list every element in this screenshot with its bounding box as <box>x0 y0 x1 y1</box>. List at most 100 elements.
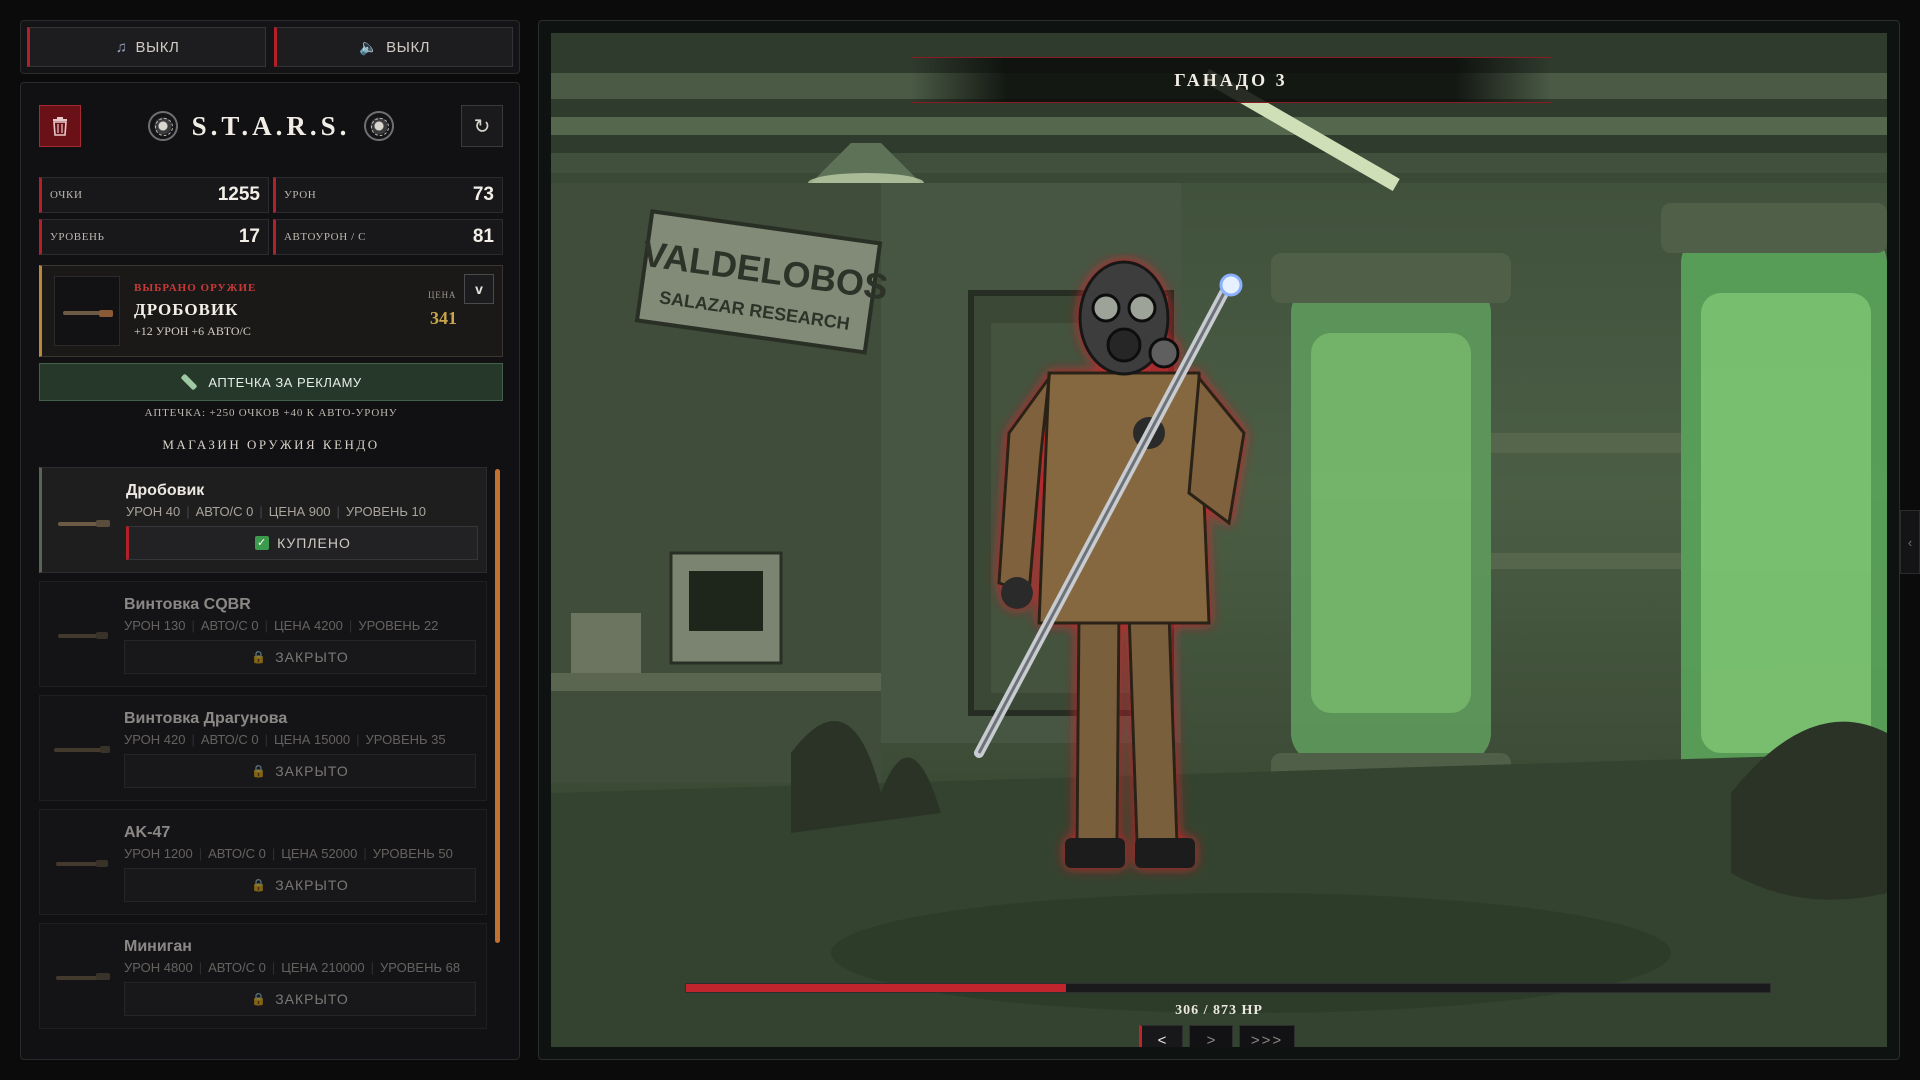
weapon-action-label: ЗАКРЫТО <box>275 991 349 1007</box>
selected-weapon-image <box>54 276 120 346</box>
stat-points-value: 1255 <box>217 184 260 205</box>
music-toggle-button[interactable]: ♫ ВЫКЛ <box>27 27 266 67</box>
shop-item[interactable]: Винтовка Драгунова УРОН 420 | АВТО/С 0 | ЦЕНА… <box>39 695 487 801</box>
shop-item[interactable]: Дробовик УРОН 40 | АВТО/С 0 | ЦЕНА 900 | УРОВЕН… <box>39 467 487 573</box>
locked-button[interactable]: 🔒 ЗАКРЫТО <box>124 982 476 1016</box>
selected-weapon-card: ВЫБРАНО ОРУЖИЕ ДРОБОВИК +12 УРОН +6 АВТО… <box>39 265 503 357</box>
enemy-ganado[interactable] <box>969 253 1289 893</box>
stats-grid: ОЧКИ 1255 УРОН 73 УРОВЕНЬ 17 АВТОУРОН / … <box>39 177 503 255</box>
selected-weapon-label: ВЫБРАНО ОРУЖИЕ <box>134 282 257 294</box>
selected-weapon-bonus: +12 УРОН +6 АВТО/С <box>134 324 251 338</box>
weapon-action-label: ЗАКРЫТО <box>275 877 349 893</box>
game-frame: VALDELOBOS SALAZAR RESEARCH ГАНАДО 3 306… <box>538 20 1900 1060</box>
medkit-ad-button[interactable]: АПТЕЧКА ЗА РЕКЛАМУ <box>39 363 503 401</box>
weapon-price: ЦЕНА 52000 <box>281 846 358 861</box>
weapon-stats: УРОН 4800 | АВТО/С 0 | ЦЕНА 210000 | УРОВЕНЬ 6… <box>124 960 461 975</box>
stars-emblem-icon <box>364 111 395 141</box>
weapon-image <box>52 484 114 554</box>
stat-auto-damage: АВТОУРОН / С 81 <box>273 219 503 255</box>
weapon-stats: УРОН 420 | АВТО/С 0 | ЦЕНА 15000 | УРОВЕНЬ 35 <box>124 732 446 747</box>
weapon-dropdown-button[interactable]: v <box>464 274 494 304</box>
skip-enemies-button[interactable]: >>> <box>1239 1025 1295 1047</box>
enemy-hp-fill <box>686 984 1066 992</box>
weapon-price: ЦЕНА 15000 <box>274 732 351 747</box>
music-note-icon: ♫ <box>115 38 128 56</box>
locked-button[interactable]: 🔒 ЗАКРЫТО <box>124 640 476 674</box>
stat-auto-damage-label: АВТОУРОН / С <box>284 231 367 243</box>
stat-damage-value: 73 <box>472 184 494 205</box>
stat-points-label: ОЧКИ <box>50 189 83 201</box>
battle-scene[interactable]: VALDELOBOS SALAZAR RESEARCH ГАНАДО 3 306… <box>551 33 1887 1047</box>
weapon-level: УРОВЕНЬ 50 <box>372 846 453 861</box>
prev-enemy-button[interactable]: < <box>1139 1025 1183 1047</box>
weapon-stats: УРОН 1200 | АВТО/С 0 | ЦЕНА 52000 | УРОВЕНЬ 50 <box>124 846 453 861</box>
syringe-icon <box>180 373 198 391</box>
weapon-damage: УРОН 420 <box>124 732 186 747</box>
enemy-name-banner: ГАНАДО 3 <box>911 57 1551 103</box>
music-toggle-label: ВЫКЛ <box>135 38 180 56</box>
weapon-damage: УРОН 40 <box>126 504 181 519</box>
enemy-hp-text: 306 / 873 HP <box>1175 1003 1263 1018</box>
enemy-navigation: < > >>> <box>1139 1025 1295 1047</box>
lock-icon: 🔒 <box>251 650 268 664</box>
stat-auto-damage-value: 81 <box>472 226 494 247</box>
weapon-image <box>50 826 112 896</box>
weapon-name: Миниган <box>124 938 192 955</box>
locked-button[interactable]: 🔒 ЗАКРЫТО <box>124 868 476 902</box>
weapon-image <box>50 598 112 668</box>
weapon-stats: УРОН 130 | АВТО/С 0 | ЦЕНА 4200 | УРОВЕНЬ 22 <box>124 618 439 633</box>
stat-damage: УРОН 73 <box>273 177 503 213</box>
refresh-button[interactable]: ↻ <box>461 105 503 147</box>
shop-item[interactable]: Винтовка CQBR УРОН 130 | АВТО/С 0 | ЦЕНА 4200… <box>39 581 487 687</box>
weapon-name: Винтовка CQBR <box>124 596 251 613</box>
selected-weapon-name: ДРОБОВИК <box>134 300 239 319</box>
panel-header: S.T.A.R.S. ↻ <box>39 103 503 149</box>
shop-scrollbar[interactable] <box>495 469 500 943</box>
weapon-image <box>50 940 112 1010</box>
selected-weapon-price-label: ЦЕНА <box>428 290 457 300</box>
weapon-price: ЦЕНА 900 <box>268 504 331 519</box>
trash-icon <box>53 117 67 136</box>
sound-toggle-button[interactable]: 🔈 ВЫКЛ <box>274 27 513 67</box>
weapon-shop-list: Дробовик УРОН 40 | АВТО/С 0 | ЦЕНА 900 | УРОВЕН… <box>39 467 487 1047</box>
weapon-auto: АВТО/С 0 <box>200 618 259 633</box>
weapon-image <box>50 712 112 782</box>
stat-level-value: 17 <box>238 226 260 247</box>
weapon-action-label: ЗАКРЫТО <box>275 763 349 779</box>
audio-controls: ♫ ВЫКЛ 🔈 ВЫКЛ <box>20 20 520 74</box>
weapon-damage: УРОН 4800 <box>124 960 193 975</box>
sound-toggle-label: ВЫКЛ <box>386 38 431 56</box>
shop-item[interactable]: Миниган УРОН 4800 | АВТО/С 0 | ЦЕНА 210000 | УР… <box>39 923 487 1029</box>
weapon-stats: УРОН 40 | АВТО/С 0 | ЦЕНА 900 | УРОВЕНЬ 10 <box>126 504 426 519</box>
side-panel: S.T.A.R.S. ↻ ОЧКИ 1255 УРОН 73 УРОВЕНЬ 1… <box>20 82 520 1060</box>
weapon-level: УРОВЕНЬ 10 <box>345 504 426 519</box>
bought-button[interactable]: ✓ КУПЛЕНО <box>126 526 478 560</box>
weapon-price: ЦЕНА 4200 <box>274 618 343 633</box>
next-enemy-button[interactable]: > <box>1189 1025 1233 1047</box>
weapon-action-label: КУПЛЕНО <box>277 535 351 551</box>
reset-button[interactable] <box>39 105 81 147</box>
stat-points: ОЧКИ 1255 <box>39 177 269 213</box>
medkit-button-label: АПТЕЧКА ЗА РЕКЛАМУ <box>208 374 362 390</box>
game-title: S.T.A.R.S. <box>191 110 351 141</box>
enemy-name: ГАНАДО 3 <box>1174 69 1288 90</box>
medkit-note: АПТЕЧКА: +250 ОЧКОВ +40 К АВТО-УРОНУ <box>144 407 398 419</box>
weapon-action-label: ЗАКРЫТО <box>275 649 349 665</box>
weapon-name: Винтовка Драгунова <box>124 710 288 727</box>
weapon-name: Дробовик <box>126 482 205 499</box>
weapon-level: УРОВЕНЬ 22 <box>358 618 439 633</box>
stars-emblem-icon <box>147 111 178 141</box>
weapon-auto: АВТО/С 0 <box>200 732 259 747</box>
weapon-damage: УРОН 1200 <box>124 846 193 861</box>
weapon-price: ЦЕНА 210000 <box>281 960 365 975</box>
weapon-level: УРОВЕНЬ 35 <box>365 732 446 747</box>
stat-level-label: УРОВЕНЬ <box>50 231 105 243</box>
locked-button[interactable]: 🔒 ЗАКРЫТО <box>124 754 476 788</box>
weapon-auto: АВТО/С 0 <box>208 960 266 975</box>
collapse-side-tab[interactable]: ‹ <box>1900 510 1920 574</box>
refresh-icon: ↻ <box>473 115 491 138</box>
shop-item[interactable]: AK-47 УРОН 1200 | АВТО/С 0 | ЦЕНА 52000 | УРОВЕ… <box>39 809 487 915</box>
weapon-level: УРОВЕНЬ 68 <box>380 960 461 975</box>
lock-icon: 🔒 <box>251 992 268 1006</box>
lock-icon: 🔒 <box>251 878 268 892</box>
